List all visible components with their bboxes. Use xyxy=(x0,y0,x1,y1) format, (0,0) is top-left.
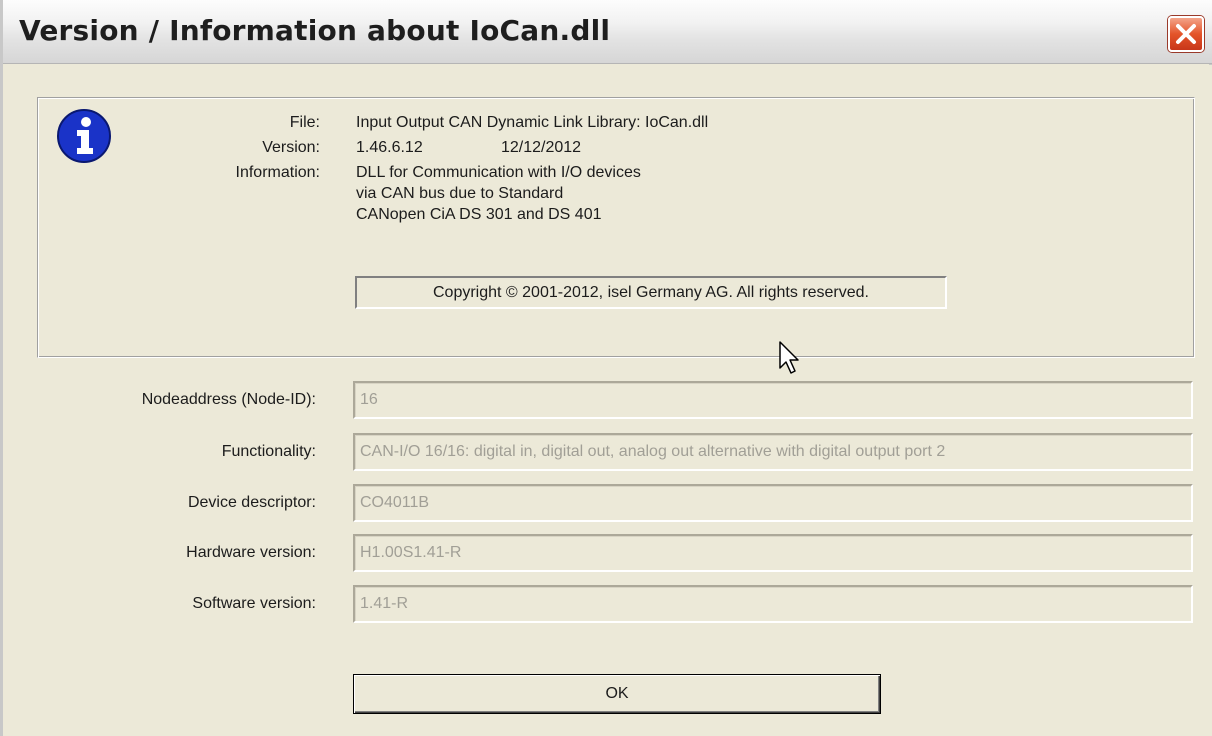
version-number: 1.46.6.12 xyxy=(356,139,423,156)
close-button[interactable] xyxy=(1168,16,1204,52)
functionality-label: Functionality: xyxy=(221,443,316,460)
copyright-label: Copyright © 2001-2012, isel Germany AG. … xyxy=(355,276,947,309)
dialog-window: Version / Information about IoCan.dll Fi… xyxy=(0,0,1212,736)
file-value: Input Output CAN Dynamic Link Library: I… xyxy=(356,114,709,131)
window-title: Version / Information about IoCan.dll xyxy=(19,14,611,47)
info-icon xyxy=(57,109,111,163)
dialog-body: File: Input Output CAN Dynamic Link Libr… xyxy=(6,65,1212,736)
information-line-3: CANopen CiA DS 301 and DS 401 xyxy=(356,206,602,223)
information-label: Information: xyxy=(235,164,320,181)
mouse-pointer-icon xyxy=(779,341,799,374)
ok-button[interactable]: OK xyxy=(353,674,881,714)
version-date: 12/12/2012 xyxy=(501,139,582,156)
version-label: Version: xyxy=(262,139,320,156)
information-line-1: DLL for Communication with I/O devices xyxy=(356,164,641,181)
title-bar[interactable]: Version / Information about IoCan.dll xyxy=(3,0,1212,64)
nodeaddress-label: Nodeaddress (Node-ID): xyxy=(141,391,316,408)
hardware-version-field[interactable]: H1.00S1.41-R xyxy=(353,534,1193,572)
nodeaddress-field[interactable]: 16 xyxy=(353,381,1193,419)
software-version-field[interactable]: 1.41-R xyxy=(353,585,1193,623)
device-descriptor-field[interactable]: CO4011B xyxy=(353,484,1193,522)
hardware-version-label: Hardware version: xyxy=(186,544,316,561)
software-version-label: Software version: xyxy=(192,595,316,612)
file-label: File: xyxy=(289,114,320,131)
information-line-2: via CAN bus due to Standard xyxy=(356,185,564,202)
info-panel: File: Input Output CAN Dynamic Link Libr… xyxy=(37,97,1195,358)
functionality-field[interactable]: CAN-I/O 16/16: digital in, digital out, … xyxy=(353,433,1193,471)
device-descriptor-label: Device descriptor: xyxy=(187,494,316,511)
close-icon xyxy=(1176,24,1196,44)
